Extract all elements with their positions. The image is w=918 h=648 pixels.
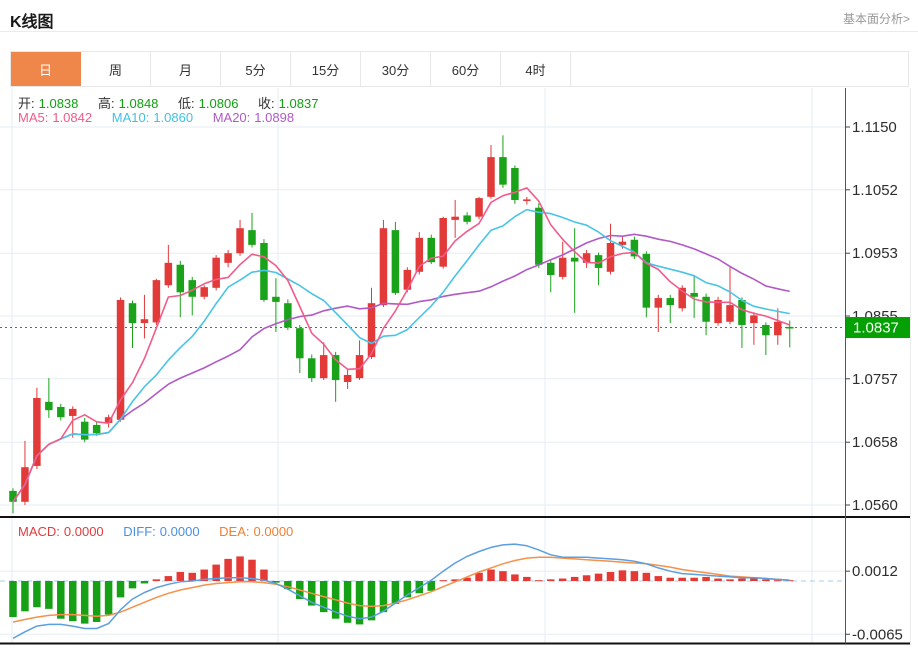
diff-label: DIFF: bbox=[123, 524, 156, 539]
gridlines bbox=[0, 88, 845, 644]
svg-text:1.0953: 1.0953 bbox=[852, 245, 898, 262]
ma5-label: MA5: bbox=[18, 110, 48, 125]
tab-5分[interactable]: 5分 bbox=[221, 52, 291, 86]
candle-bodies bbox=[9, 157, 793, 502]
dea-value: 0.0000 bbox=[254, 524, 294, 539]
ma20-layer bbox=[13, 234, 790, 502]
panel-frame bbox=[0, 88, 910, 644]
low-value: 1.0806 bbox=[199, 96, 239, 111]
ma5-value: 1.0842 bbox=[52, 110, 92, 125]
tab-日[interactable]: 日 bbox=[11, 52, 81, 86]
candle-wicks bbox=[13, 135, 790, 513]
ma10-value: 1.0860 bbox=[153, 110, 193, 125]
ma20-value: 1.0898 bbox=[254, 110, 294, 125]
ma5-layer bbox=[13, 188, 790, 502]
macd-label: MACD: bbox=[18, 524, 60, 539]
open-value: 1.0838 bbox=[39, 96, 79, 111]
tab-月[interactable]: 月 bbox=[151, 52, 221, 86]
tab-60分[interactable]: 60分 bbox=[431, 52, 501, 86]
macd-histogram bbox=[9, 556, 793, 624]
dea-line bbox=[13, 557, 790, 622]
close-label: 收: bbox=[258, 96, 275, 111]
high-value: 1.0848 bbox=[119, 96, 159, 111]
svg-text:1.0658: 1.0658 bbox=[852, 434, 898, 451]
macd-value: 0.0000 bbox=[64, 524, 104, 539]
macd-row: MACD: 0.0000 DIFF: 0.0000 DEA: 0.0000 bbox=[18, 524, 309, 539]
svg-text:-0.0065: -0.0065 bbox=[852, 626, 903, 643]
ma5-line bbox=[13, 188, 790, 502]
ma-row: MA5: 1.0842 MA10:1.0860 MA20:1.0898 bbox=[18, 110, 310, 125]
diff-line bbox=[13, 544, 790, 638]
candlestick-macd-chart[interactable]: 1.11501.10521.09531.08551.07571.06581.05… bbox=[0, 88, 910, 645]
svg-text:1.1150: 1.1150 bbox=[852, 119, 897, 136]
svg-text:1.0560: 1.0560 bbox=[852, 497, 898, 514]
page-header: K线图 基本面分析> bbox=[0, 0, 918, 32]
interval-tabs: 日周月5分15分30分60分4时 bbox=[10, 51, 909, 87]
tab-30分[interactable]: 30分 bbox=[361, 52, 431, 86]
kline-page: K线图 基本面分析> 日周月5分15分30分60分4时 1.1150 1.1052… bbox=[0, 0, 918, 648]
page-title: K线图 bbox=[10, 8, 54, 32]
high-label: 高: bbox=[98, 96, 115, 111]
svg-text:1.0837: 1.0837 bbox=[853, 320, 899, 337]
ma20-line bbox=[13, 234, 790, 502]
close-value: 1.0837 bbox=[279, 96, 319, 111]
price-axis: 1.11501.10521.09531.08551.07571.06581.05… bbox=[845, 119, 903, 643]
chart-area: 1.11501.10521.09531.08551.07571.06581.05… bbox=[0, 88, 911, 645]
svg-text:1.0757: 1.0757 bbox=[852, 371, 898, 388]
dea-label: DEA: bbox=[219, 524, 249, 539]
tab-4时[interactable]: 4时 bbox=[501, 52, 571, 86]
svg-text:0.0012: 0.0012 bbox=[852, 563, 898, 580]
diff-value: 0.0000 bbox=[160, 524, 200, 539]
ma10-label: MA10: bbox=[112, 110, 150, 125]
open-label: 开: bbox=[18, 96, 35, 111]
current-price-tag: 1.0837 bbox=[846, 317, 911, 338]
tab-15分[interactable]: 15分 bbox=[291, 52, 361, 86]
tab-周[interactable]: 周 bbox=[81, 52, 151, 86]
svg-text:1.1052: 1.1052 bbox=[852, 182, 898, 199]
low-label: 低: bbox=[178, 96, 195, 111]
fundamental-analysis-link[interactable]: 基本面分析> bbox=[843, 10, 910, 27]
ma20-label: MA20: bbox=[213, 110, 251, 125]
